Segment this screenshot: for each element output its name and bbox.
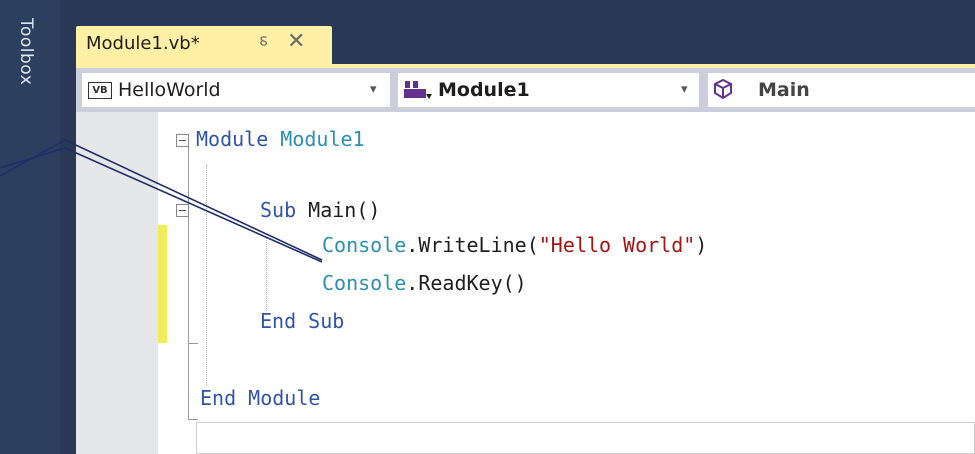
change-tracking-bar <box>158 225 167 343</box>
code-line-5: Console.ReadKey() <box>322 271 527 295</box>
chevron-down-icon[interactable]: ▾ <box>370 82 377 97</box>
tab-title: Module1.vb* <box>86 33 200 54</box>
collapse-module-icon[interactable] <box>176 134 189 147</box>
code-line-4: Console.WriteLine("Hello World") <box>322 233 707 257</box>
method-call: .ReadKey() <box>406 271 527 295</box>
indent-guide <box>206 165 207 385</box>
indent-guide <box>266 237 267 311</box>
paren: ) <box>695 233 708 257</box>
indicator-margin <box>76 112 158 454</box>
outline-line-module <box>188 343 189 419</box>
collapse-sub-icon[interactable] <box>176 204 189 217</box>
pin-icon[interactable]: ⸹ <box>259 32 268 56</box>
navigation-bar: VB HelloWorld ▾ Module1 ▾ Main <box>76 68 975 112</box>
member-name: Main <box>758 79 810 101</box>
project-dropdown[interactable]: VB HelloWorld ▾ <box>81 72 391 108</box>
keyword: Module <box>196 127 269 151</box>
editor-bottom-region <box>196 422 975 454</box>
keyword: Sub <box>260 198 297 222</box>
class-dropdown[interactable]: Module1 ▾ <box>397 72 700 108</box>
outline-end-module <box>188 419 198 420</box>
code-line-8: End Module <box>200 386 320 410</box>
identifier: Main() <box>308 198 381 222</box>
keyword: End Module <box>200 386 321 410</box>
identifier: Module1 <box>280 127 365 151</box>
chevron-down-icon[interactable]: ▾ <box>681 82 688 97</box>
close-icon[interactable]: ✕ <box>287 29 305 54</box>
class-ref: Console <box>322 271 407 295</box>
class-name: Module1 <box>438 79 530 101</box>
outline-end-sub <box>188 343 198 344</box>
vb-project-icon: VB <box>88 82 112 99</box>
string-literal: "Hello World" <box>538 233 696 257</box>
class-ref: Console <box>322 233 407 257</box>
keyword: End Sub <box>260 309 345 333</box>
tab-module1[interactable]: Module1.vb* ⸹ ✕ <box>76 26 332 64</box>
toolbox-label: Toolbox <box>16 18 36 86</box>
outline-line-sub <box>188 217 189 344</box>
code-line-6: End Sub <box>260 309 344 333</box>
module-icon <box>404 81 432 99</box>
code-line-1: Module Module1 <box>196 127 365 151</box>
project-name: HelloWorld <box>118 79 221 101</box>
code-line-3: Sub Main() <box>260 198 380 222</box>
member-dropdown[interactable]: Main <box>707 72 975 108</box>
method-call: .WriteLine( <box>406 233 539 257</box>
method-cube-icon <box>714 78 732 100</box>
toolbox-panel-tab[interactable]: Toolbox <box>0 0 60 454</box>
